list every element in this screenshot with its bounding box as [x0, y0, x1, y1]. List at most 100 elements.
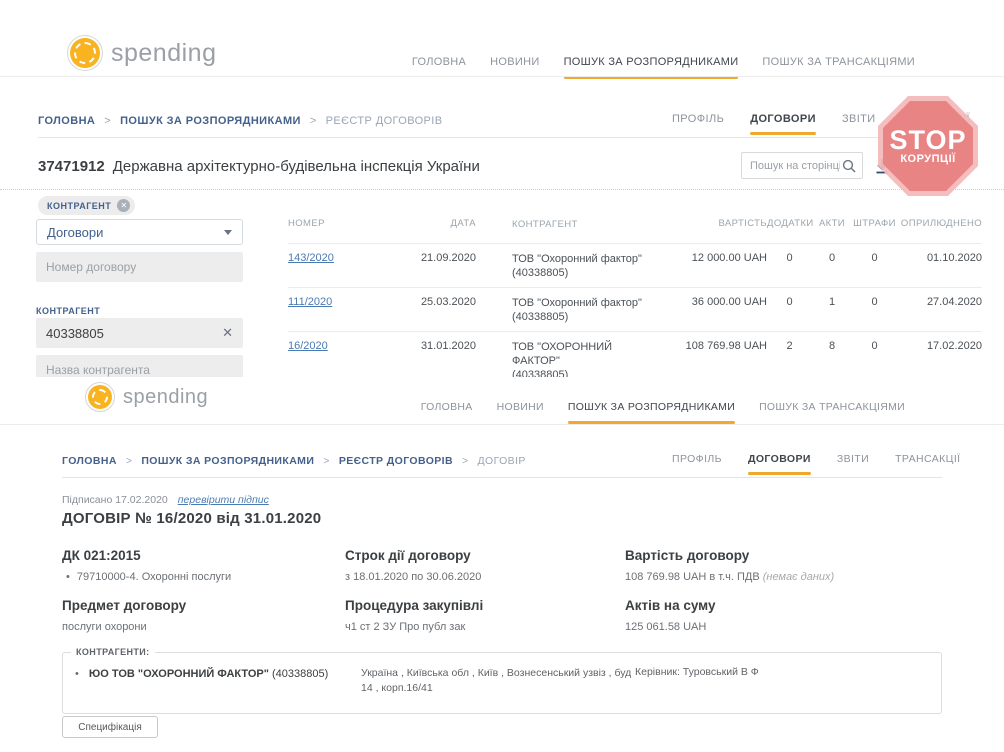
breadcrumb-home[interactable]: ГОЛОВНА: [62, 455, 132, 467]
cell-addenda: 2: [767, 340, 812, 352]
breadcrumb-home[interactable]: ГОЛОВНА: [38, 115, 111, 127]
nav-search-by-spenders[interactable]: ПОШУК ЗА РОЗПОРЯДНИКАМИ: [568, 401, 735, 424]
col-number: НОМЕР: [288, 218, 356, 229]
verify-signature-link[interactable]: перевірити підпис: [178, 494, 269, 506]
contracts-table: НОМЕР ДАТА КОНТРАГЕНТ ВАРТІСТЬ ДОДАТКИ А…: [288, 218, 982, 389]
col-published: ОПРИЛЮДНЕНО: [897, 218, 982, 229]
tab-profile[interactable]: ПРОФІЛЬ: [672, 113, 724, 135]
cell-published: 01.10.2020: [897, 252, 982, 264]
tab-contracts[interactable]: ДОГОВОРИ: [748, 453, 811, 475]
tab-reports[interactable]: ЗВІТИ: [842, 113, 876, 135]
cell-contragent: ТОВ "Охоронний фактор" (40338805): [476, 252, 682, 280]
signed-text: Підписано 17.02.2020: [62, 494, 168, 506]
contract-link[interactable]: 16/2020: [288, 340, 328, 352]
breadcrumb-contracts-registry: РЕЄСТР ДОГОВОРІВ: [326, 115, 443, 127]
contract-link[interactable]: 143/2020: [288, 252, 334, 264]
contragent-code-input[interactable]: [46, 326, 216, 341]
clear-icon[interactable]: ✕: [216, 325, 233, 341]
nav-news[interactable]: НОВИНИ: [497, 401, 544, 424]
cell-amount: 12 000.00 UAH: [682, 252, 767, 264]
detail-procedure: Процедура закупівлі ч1 ст 2 ЗУ Про публ …: [345, 598, 615, 634]
contragent-code-field: ✕: [36, 318, 243, 348]
contract-number-input[interactable]: [36, 252, 243, 282]
tab-transactions[interactable]: ТРАНСАКЦІЇ: [895, 453, 960, 475]
nav-home[interactable]: ГОЛОВНА: [421, 401, 473, 424]
col-contragent: КОНТРАГЕНТ: [476, 218, 682, 232]
tab-reports[interactable]: ЗВІТИ: [837, 453, 869, 475]
cell-date: 31.01.2020: [356, 340, 476, 352]
stop-corruption-stamp: STOP КОРУПЦІЇ: [878, 96, 978, 196]
contract-detail-screen: spending ГОЛОВНА НОВИНИ ПОШУК ЗА РОЗПОРЯ…: [0, 377, 1004, 752]
page-search: [741, 152, 863, 179]
cell-published: 27.04.2020: [897, 296, 982, 308]
cell-contragent: ТОВ "Охоронний фактор" (40338805): [476, 296, 682, 324]
tab-contracts[interactable]: ДОГОВОРИ: [750, 113, 816, 135]
doc-type-value: Договори: [47, 225, 103, 240]
cell-acts: 8: [812, 340, 852, 352]
breadcrumb-contracts-registry[interactable]: РЕЄСТР ДОГОВОРІВ: [339, 455, 469, 467]
table-header-row: НОМЕР ДАТА КОНТРАГЕНТ ВАРТІСТЬ ДОДАТКИ А…: [288, 218, 982, 243]
cell-addenda: 0: [767, 296, 812, 308]
filter-chip-label: КОНТРАГЕНТ: [47, 201, 111, 211]
cell-contragent: ТОВ "ОХОРОННИЙ ФАКТОР" (40338805): [476, 340, 636, 382]
filter-chip-contragent[interactable]: КОНТРАГЕНТ ✕: [38, 196, 135, 215]
doc-type-dropdown[interactable]: Договори: [36, 219, 243, 245]
breadcrumb-search-by-spenders[interactable]: ПОШУК ЗА РОЗПОРЯДНИКАМИ: [141, 455, 329, 467]
contractors-box: КОНТРАГЕНТИ: ЮО ТОВ "ОХОРОННИЙ ФАКТОР" (…: [62, 652, 942, 714]
col-fines: ШТРАФИ: [852, 218, 897, 229]
cell-amount: 36 000.00 UAH: [682, 296, 767, 308]
org-code: 37471912: [38, 158, 105, 175]
no-data-note: (немає даних): [763, 571, 834, 583]
detail-subject: Предмет договору послуги охорони: [62, 598, 332, 634]
breadcrumb-divider: [38, 137, 966, 138]
contractor-name[interactable]: ЮО ТОВ "ОХОРОННИЙ ФАКТОР" (40338805): [71, 668, 328, 680]
search-icon[interactable]: [842, 159, 856, 173]
cell-addenda: 0: [767, 252, 812, 264]
contragent-label: КОНТРАГЕНТ: [36, 306, 100, 316]
cell-amount: 108 769.98 UAH: [636, 340, 767, 352]
top-nav: ГОЛОВНА НОВИНИ ПОШУК ЗА РОЗПОРЯДНИКАМИ П…: [421, 401, 905, 424]
cell-fines: 0: [852, 252, 897, 264]
cell-acts: 1: [812, 296, 852, 308]
cell-acts: 0: [812, 252, 852, 264]
page: spending ГОЛОВНА НОВИНИ ПОШУК ЗА РОЗПОРЯ…: [0, 0, 1004, 752]
col-amount: ВАРТІСТЬ: [682, 218, 767, 229]
contract-link[interactable]: 111/2020: [288, 296, 332, 308]
nav-search-by-transactions[interactable]: ПОШУК ЗА ТРАНСАКЦІЯМИ: [759, 401, 905, 424]
specification-button[interactable]: Специфікація: [62, 716, 158, 738]
breadcrumb-search-by-spenders[interactable]: ПОШУК ЗА РОЗПОРЯДНИКАМИ: [120, 115, 317, 127]
detail-acts-sum: Актів на суму 125 061.58 UAH: [625, 598, 895, 634]
contracts-list-screen: spending ГОЛОВНА НОВИНИ ПОШУК ЗА РОЗПОРЯ…: [0, 0, 1004, 377]
cell-published: 17.02.2020: [897, 340, 982, 352]
org-name: Державна архітектурно-будівельна інспекц…: [113, 158, 480, 175]
page-title: 37471912 Державна архітектурно-будівельна…: [38, 158, 480, 175]
chevron-down-icon: [224, 230, 232, 235]
spending-logo[interactable]: spending: [70, 38, 216, 68]
cell-date: 21.09.2020: [356, 252, 476, 264]
col-date: ДАТА: [356, 218, 476, 229]
contractors-legend: КОНТРАГЕНТИ:: [71, 647, 155, 657]
col-acts: АКТИ: [812, 218, 852, 229]
tab-profile[interactable]: ПРОФІЛЬ: [672, 453, 722, 475]
breadcrumb: ГОЛОВНА ПОШУК ЗА РОЗПОРЯДНИКАМИ РЕЄСТР Д…: [62, 455, 526, 467]
spending-logo-text: spending: [111, 39, 216, 68]
header-divider: [0, 424, 1004, 425]
spending-logo[interactable]: spending: [88, 385, 208, 409]
spending-logo-icon: [88, 385, 112, 409]
stop-corruption-stamp-inner: STOP КОРУПЦІЇ: [883, 101, 973, 191]
col-addenda: ДОДАТКИ: [767, 218, 812, 229]
contractor-head: Керівник: Туровський В Ф: [635, 666, 759, 678]
page-search-input[interactable]: [742, 160, 842, 172]
detail-dk021: ДК 021:2015 79710000-4. Охоронні послуги: [62, 548, 332, 584]
spending-logo-icon: [70, 38, 100, 68]
detail-term: Строк дії договору з 18.01.2020 по 30.06…: [345, 548, 615, 584]
contractor-address: Україна , Київська обл , Київ , Вознесен…: [361, 666, 641, 696]
chip-close-icon[interactable]: ✕: [117, 199, 130, 212]
table-row: 111/2020 25.03.2020 ТОВ "Охоронний факто…: [288, 287, 982, 331]
cell-fines: 0: [852, 340, 897, 352]
entity-tabs: ПРОФІЛЬ ДОГОВОРИ ЗВІТИ ТРАНСАКЦІЇ: [672, 453, 960, 475]
spending-logo-text: spending: [123, 386, 208, 409]
detail-amount: Вартість договору 108 769.98 UAH в т.ч. …: [625, 548, 945, 584]
contract-title: ДОГОВІР № 16/2020 від 31.01.2020: [62, 510, 321, 527]
cell-date: 25.03.2020: [356, 296, 476, 308]
